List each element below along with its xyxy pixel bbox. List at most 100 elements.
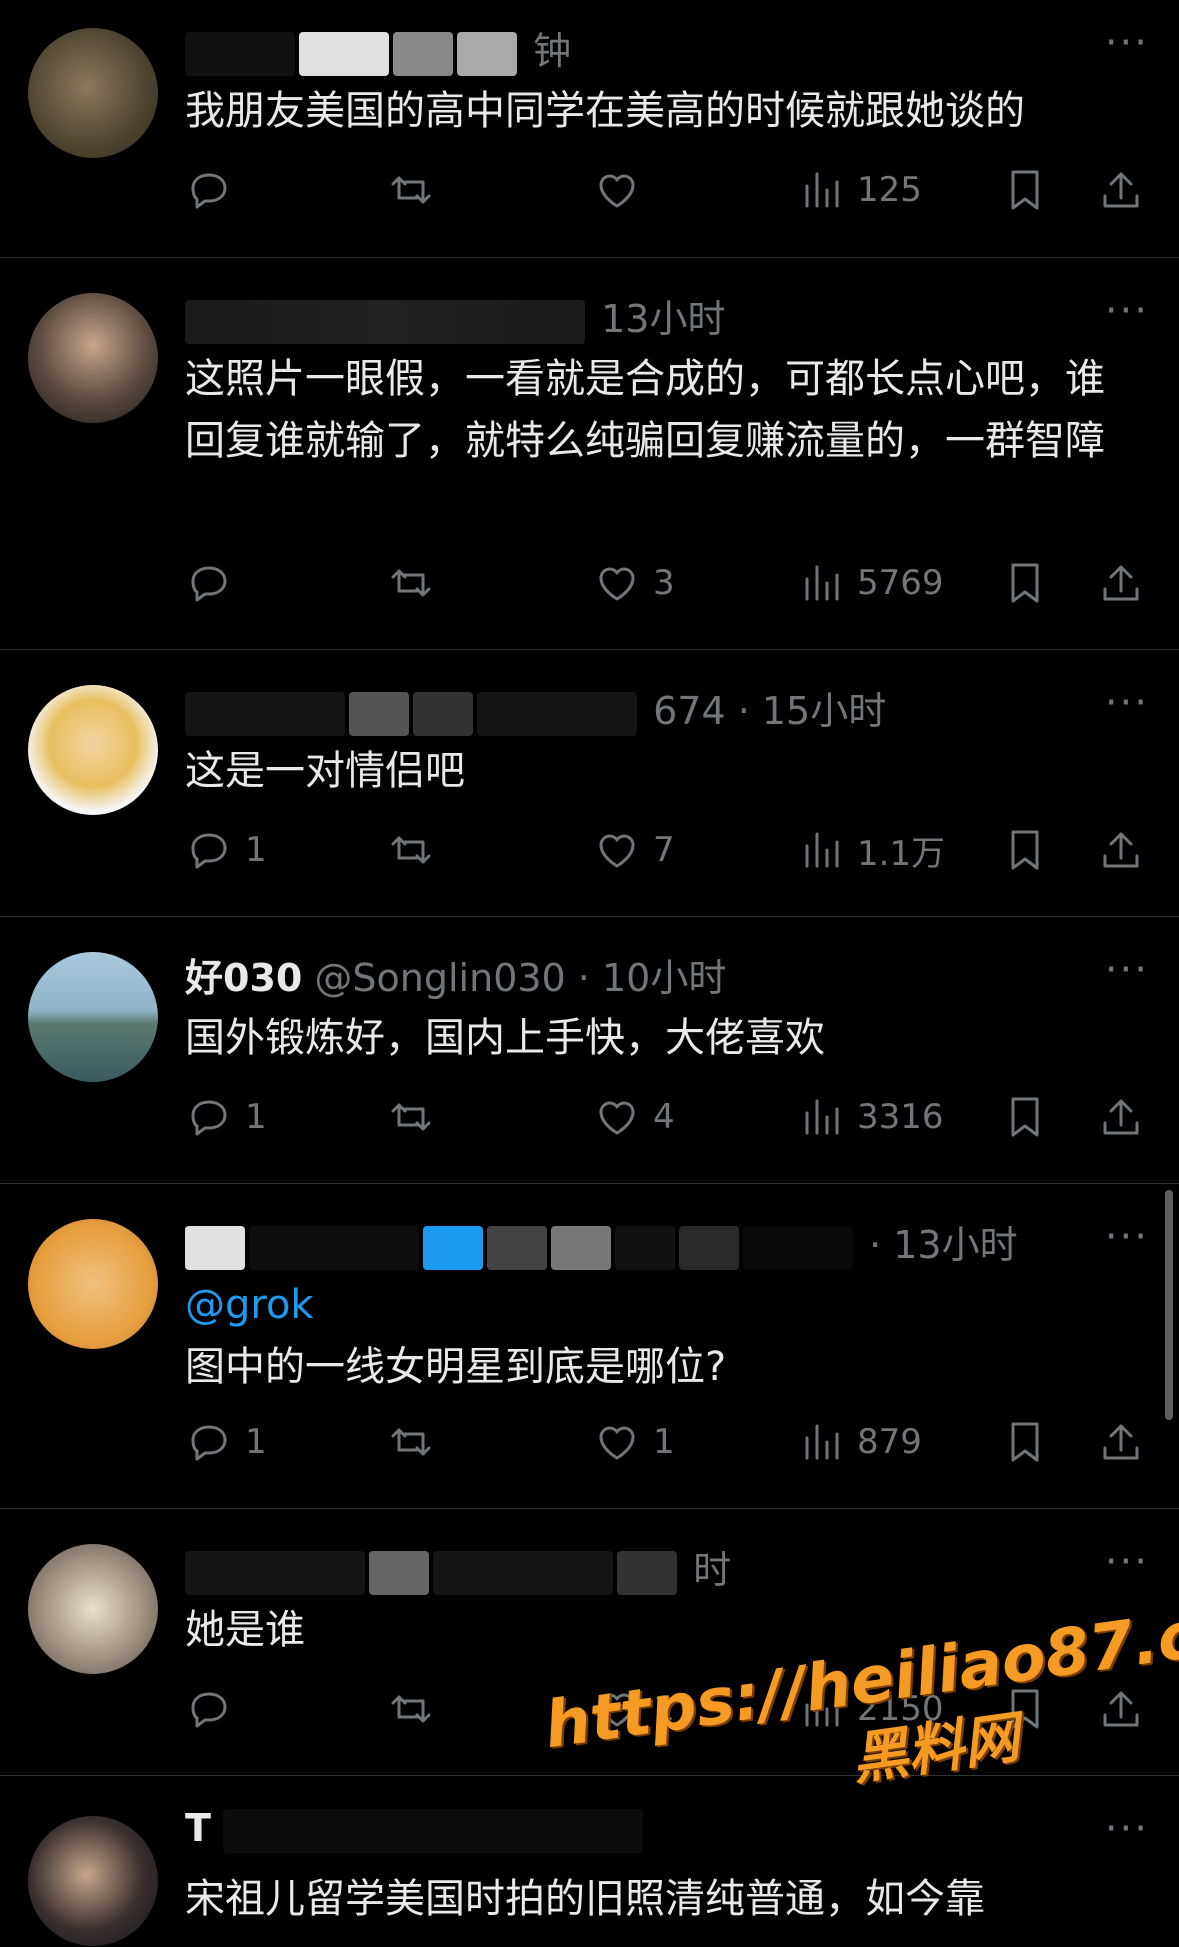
tweet-text: 宋祖儿留学美国时拍的旧照清纯普通，如今靠: [185, 1876, 985, 1922]
share-icon: [1097, 166, 1145, 214]
share-button[interactable]: [1097, 1087, 1145, 1147]
views-icon: [797, 559, 845, 607]
repost-button[interactable]: [387, 1412, 435, 1472]
handle-time: @Songlin030 · 10小时: [314, 956, 727, 1000]
repost-icon: [387, 166, 435, 214]
avatar[interactable]: [28, 28, 158, 158]
display-name[interactable]: T: [185, 1806, 211, 1850]
tweet-header: 钟: [185, 20, 571, 76]
blurred-name: [457, 31, 517, 76]
more-icon[interactable]: ···: [1105, 947, 1149, 993]
like-icon: [593, 826, 641, 874]
tweet-item[interactable]: 钟 ··· 我朋友美国的高中同学在美高的时候就跟她谈的 125: [0, 0, 1179, 258]
repost-icon: [387, 1093, 435, 1141]
reply-button[interactable]: 1: [185, 1087, 267, 1147]
share-icon: [1097, 1418, 1145, 1466]
avatar[interactable]: [28, 1816, 158, 1946]
blurred-name: [743, 1225, 853, 1270]
bookmark-button[interactable]: [1001, 1087, 1049, 1147]
views-count: 5769: [857, 563, 944, 603]
views-button[interactable]: 1.1万: [797, 820, 945, 880]
action-bar: 1 1 879: [185, 1412, 1145, 1472]
like-button[interactable]: 4: [593, 1087, 675, 1147]
views-button[interactable]: 879: [797, 1412, 922, 1472]
reply-count: 1: [245, 830, 267, 870]
blurred-name: [185, 299, 585, 344]
bookmark-icon: [1001, 559, 1049, 607]
repost-button[interactable]: [387, 160, 435, 220]
bookmark-button[interactable]: [1001, 553, 1049, 613]
share-button[interactable]: [1097, 820, 1145, 880]
like-button[interactable]: 3: [593, 553, 675, 613]
action-bar: 1 7 1.1万: [185, 820, 1145, 880]
like-button[interactable]: [593, 160, 653, 220]
blurred-name: [551, 1225, 611, 1270]
blurred-name: [413, 691, 473, 736]
repost-button[interactable]: [387, 1087, 435, 1147]
display-name[interactable]: 好030: [185, 956, 302, 1000]
share-button[interactable]: [1097, 553, 1145, 613]
blurred-name: [679, 1225, 739, 1270]
tweet-header: 好030 @Songlin030 · 10小时: [185, 947, 726, 1002]
like-icon: [593, 166, 641, 214]
more-icon[interactable]: ···: [1105, 1806, 1149, 1852]
share-button[interactable]: [1097, 160, 1145, 220]
bookmark-button[interactable]: [1001, 160, 1049, 220]
blurred-name: [185, 1225, 245, 1270]
tweet-text: 我朋友美国的高中同学在美高的时候就跟她谈的: [185, 88, 1025, 134]
bookmark-button[interactable]: [1001, 1412, 1049, 1472]
handle-time: 674 · 15小时: [653, 689, 887, 733]
bookmark-button[interactable]: [1001, 820, 1049, 880]
blurred-name: [299, 31, 389, 76]
more-icon[interactable]: ···: [1105, 680, 1149, 726]
share-button[interactable]: [1097, 1412, 1145, 1472]
tweet-item[interactable]: · 13小时 ··· @grok 图中的一线女明星到底是哪位? 1 1 879: [0, 1184, 1179, 1509]
more-icon[interactable]: ···: [1105, 1214, 1149, 1260]
tweet-header: 674 · 15小时: [185, 680, 886, 736]
more-icon[interactable]: ···: [1105, 288, 1149, 334]
avatar[interactable]: [28, 293, 158, 423]
reply-button[interactable]: 1: [185, 1412, 267, 1472]
avatar[interactable]: [28, 685, 158, 815]
reply-button[interactable]: [185, 1679, 245, 1739]
tweet-item[interactable]: 好030 @Songlin030 · 10小时 ··· 国外锻炼好，国内上手快，…: [0, 917, 1179, 1184]
views-button[interactable]: 125: [797, 160, 922, 220]
blurred-name: [369, 1550, 429, 1595]
handle-time: 钟: [533, 29, 572, 73]
like-icon: [593, 1418, 641, 1466]
reply-icon: [185, 166, 233, 214]
views-count: 125: [857, 170, 922, 210]
views-count: 879: [857, 1422, 922, 1462]
blurred-name: [423, 1225, 483, 1270]
tweet-body: 图中的一线女明星到底是哪位?: [185, 1344, 727, 1390]
more-icon[interactable]: ···: [1105, 1539, 1149, 1585]
tweet-text: 这照片一眼假，一看就是合成的，可都长点心吧，谁回复谁就输了，就特么纯骗回复赚流量…: [185, 356, 1105, 464]
tweet-item[interactable]: 13小时 ··· 这照片一眼假，一看就是合成的，可都长点心吧，谁回复谁就输了，就…: [0, 258, 1179, 650]
avatar[interactable]: [28, 1219, 158, 1349]
like-icon: [593, 559, 641, 607]
views-button[interactable]: 3316: [797, 1087, 944, 1147]
views-button[interactable]: 5769: [797, 553, 944, 613]
mention-link[interactable]: @grok: [185, 1274, 1129, 1336]
repost-button[interactable]: [387, 553, 435, 613]
like-button[interactable]: 7: [593, 820, 675, 880]
handle-time: · 13小时: [869, 1223, 1018, 1267]
more-icon[interactable]: ···: [1105, 20, 1149, 66]
reply-button[interactable]: [185, 160, 245, 220]
like-count: 4: [653, 1097, 675, 1137]
blurred-name: [433, 1550, 613, 1595]
repost-button[interactable]: [387, 820, 435, 880]
avatar[interactable]: [28, 952, 158, 1082]
avatar[interactable]: [28, 1544, 158, 1674]
action-bar: 125: [185, 160, 1145, 220]
repost-button[interactable]: [387, 1679, 435, 1739]
share-icon: [1097, 559, 1145, 607]
handle-time: 时: [693, 1548, 732, 1592]
reply-button[interactable]: 1: [185, 820, 267, 880]
scrollbar[interactable]: [1165, 1190, 1173, 1420]
like-button[interactable]: 1: [593, 1412, 675, 1472]
tweet-item[interactable]: 674 · 15小时 ··· 这是一对情侣吧 1 7 1.1万: [0, 650, 1179, 917]
views-icon: [797, 166, 845, 214]
handle-time: 13小时: [601, 297, 726, 341]
reply-button[interactable]: [185, 553, 245, 613]
